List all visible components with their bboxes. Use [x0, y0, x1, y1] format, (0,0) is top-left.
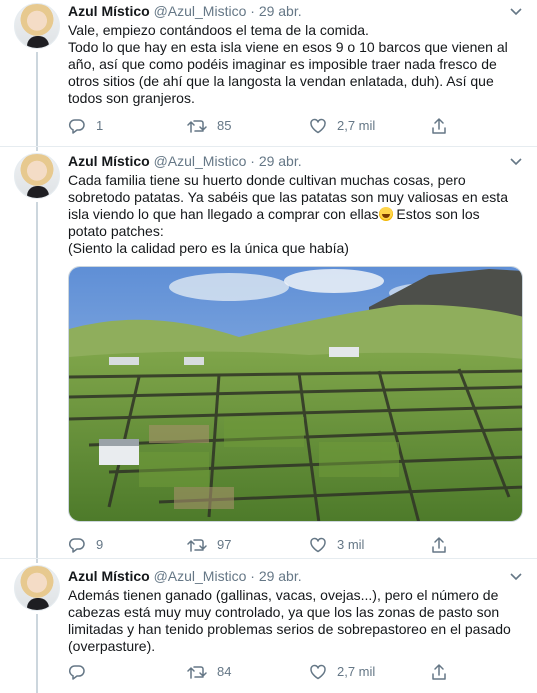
tweet-line-part: Estos son los	[392, 206, 480, 222]
thread-line	[36, 559, 38, 563]
author-handle[interactable]: @Azul_Mistico	[154, 153, 247, 169]
tweet-line: todos son granjeros.	[68, 90, 195, 106]
retweet-button[interactable]: 85	[187, 116, 231, 136]
retweet-icon	[187, 666, 207, 679]
tweet-actions: 84 2,7 mil	[68, 662, 523, 682]
tweet-line: Vale, empiezo contándoos el tema de la c…	[68, 22, 369, 38]
avatar[interactable]	[14, 565, 60, 611]
author-handle[interactable]: @Azul_Mistico	[154, 3, 247, 19]
chevron-down-icon[interactable]	[509, 4, 523, 18]
thread-line	[36, 202, 38, 558]
retweet-icon	[187, 120, 207, 133]
author-handle[interactable]: @Azul_Mistico	[154, 568, 247, 584]
tweet-line: cabezas está muy muy controlado, ya que …	[68, 604, 500, 620]
tweet-actions: 1 85 2,7 mil	[68, 116, 523, 136]
tweet-text: Además tienen ganado (gallinas, vacas, o…	[68, 587, 523, 655]
thread-line	[36, 52, 38, 147]
separator-dot: ·	[250, 153, 255, 169]
reply-button[interactable]: 9	[68, 535, 103, 555]
tweet-date[interactable]: 29 abr.	[259, 153, 302, 169]
tweet-line: Cada familia tiene su huerto donde culti…	[68, 172, 466, 188]
reply-button[interactable]	[68, 662, 96, 682]
grinning-sweat-emoji-icon	[378, 207, 393, 221]
retweet-count: 85	[217, 118, 232, 133]
tweet-line: limitadas y han tenido problemas serios …	[68, 621, 511, 637]
tweet-line: año, así que como podéis imaginar es imp…	[68, 56, 497, 72]
thread-line	[36, 147, 38, 151]
reply-count: 1	[96, 118, 104, 133]
separator-dot: ·	[250, 568, 255, 584]
retweet-icon	[187, 539, 207, 552]
tweet-line: potato patches:	[68, 223, 164, 239]
tweet-line: sobretodo patatas. Ya sabéis que las pat…	[68, 189, 508, 205]
share-button[interactable]	[430, 662, 448, 682]
reply-count: 9	[96, 537, 104, 552]
reply-icon	[68, 119, 85, 134]
tweet-date[interactable]: 29 abr.	[259, 3, 302, 19]
reply-icon	[68, 665, 85, 680]
like-count: 3 mil	[337, 537, 365, 552]
like-button[interactable]: 3 mil	[309, 535, 364, 555]
retweet-count: 84	[217, 664, 232, 679]
tweet-line-part: isla viendo lo que han llegado a comprar…	[68, 206, 379, 222]
like-count: 2,7 mil	[337, 118, 376, 133]
tweet-date[interactable]: 29 abr.	[259, 568, 302, 584]
separator-dot: ·	[250, 3, 255, 19]
tweet-line: Además tienen ganado (gallinas, vacas, o…	[68, 587, 499, 603]
retweet-button[interactable]: 97	[187, 535, 231, 555]
retweet-count: 97	[217, 537, 232, 552]
chevron-down-icon[interactable]	[509, 569, 523, 583]
tweet-line: (Siento la calidad pero es la única que …	[68, 240, 349, 256]
share-button[interactable]	[430, 535, 448, 555]
heart-icon	[310, 118, 326, 134]
tweet-line: otros sitios (de ahí que la langosta la …	[68, 73, 494, 89]
tweet-line: isla viendo lo que han llegado a comprar…	[68, 206, 523, 223]
share-icon	[432, 118, 446, 134]
tweet-text: Vale, empiezo contándoos el tema de la c…	[68, 22, 523, 107]
author-name[interactable]: Azul Místico	[68, 568, 150, 584]
like-button[interactable]: 2,7 mil	[309, 116, 375, 136]
share-icon	[432, 664, 446, 680]
reply-icon	[68, 538, 85, 553]
heart-icon	[310, 664, 326, 680]
tweet-2[interactable]: Azul Místico @Azul_Mistico · 29 abr. Cad…	[0, 147, 537, 558]
share-icon	[432, 537, 446, 553]
avatar[interactable]	[14, 153, 60, 199]
tweet-text: Cada familia tiene su huerto donde culti…	[68, 172, 523, 257]
author-name[interactable]: Azul Místico	[68, 153, 150, 169]
tweet-actions: 9 97 3 mil	[68, 535, 523, 555]
heart-icon	[310, 537, 326, 553]
chevron-down-icon[interactable]	[509, 154, 523, 168]
tweet-1[interactable]: Azul Místico @Azul_Mistico · 29 abr. Val…	[0, 0, 537, 147]
share-button[interactable]	[430, 116, 448, 136]
like-count: 2,7 mil	[337, 664, 376, 679]
avatar[interactable]	[14, 3, 60, 49]
tweet-line: (overpasture).	[68, 638, 156, 654]
tweet-header: Azul Místico @Azul_Mistico · 29 abr.	[68, 2, 523, 21]
like-button[interactable]: 2,7 mil	[309, 662, 375, 682]
tweet-header: Azul Místico @Azul_Mistico · 29 abr.	[68, 152, 523, 171]
thread-line	[36, 614, 38, 693]
author-name[interactable]: Azul Místico	[68, 3, 150, 19]
retweet-button[interactable]: 84	[187, 662, 231, 682]
tweet-header: Azul Místico @Azul_Mistico · 29 abr.	[68, 567, 523, 586]
tweet-line: Todo lo que hay en esta isla viene en es…	[68, 39, 508, 55]
reply-button[interactable]: 1	[68, 116, 103, 136]
tweet-3[interactable]: Azul Místico @Azul_Mistico · 29 abr. Ade…	[0, 559, 537, 693]
tweet-photo[interactable]	[68, 266, 523, 522]
